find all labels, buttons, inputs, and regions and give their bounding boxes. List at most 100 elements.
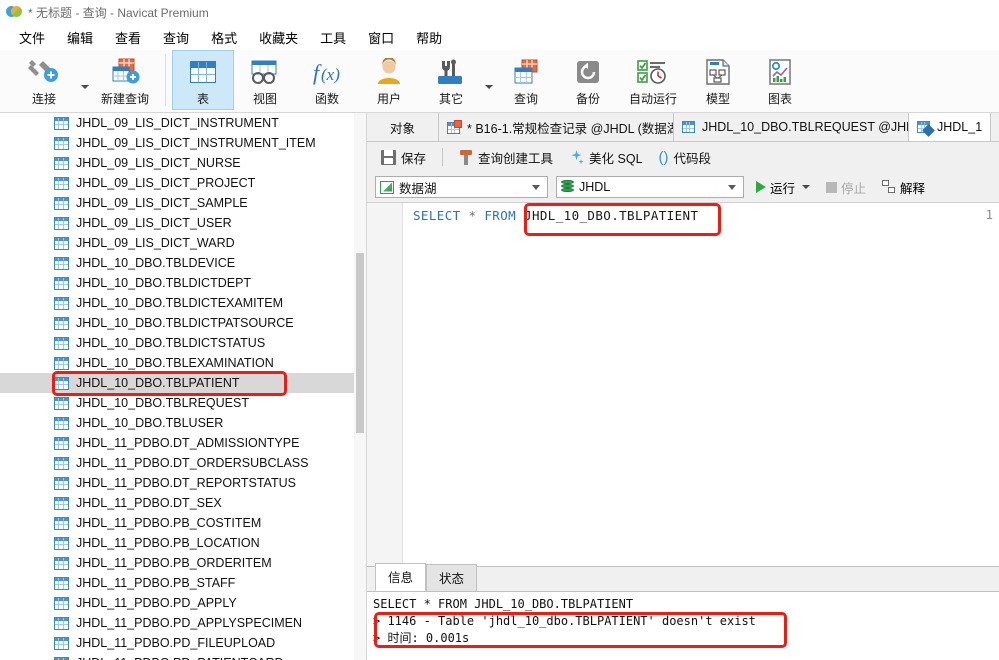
toolbar-chart-button[interactable]: 图表: [749, 50, 811, 110]
tab-b16-1-label: * B16-1.常规检查记录 @JHDL (数据湖...: [467, 121, 674, 136]
tab-current-query-label: JHDL_1: [937, 120, 983, 134]
table-list-item[interactable]: JHDL_10_DBO.TBLUSER: [0, 413, 354, 433]
table-list-item[interactable]: JHDL_11_PDBO.DT_SEX: [0, 493, 354, 513]
table-list-item-label: JHDL_11_PDBO.PB_ORDERITEM: [76, 556, 272, 570]
table-icon: [54, 256, 69, 270]
table-list-item[interactable]: JHDL_09_LIS_DICT_WARD: [0, 233, 354, 253]
table-icon: [54, 496, 69, 510]
tab-b16-1[interactable]: * B16-1.常规检查记录 @JHDL (数据湖...: [439, 113, 674, 141]
beautify-sql-button[interactable]: 美化 SQL: [563, 145, 649, 170]
results-line-time: > 时间: 0.001s: [373, 631, 470, 645]
table-list-item[interactable]: JHDL_10_DBO.TBLDICTDEPT: [0, 273, 354, 293]
table-list-item[interactable]: JHDL_11_PDBO.PD_APPLY: [0, 593, 354, 613]
table-list-item[interactable]: JHDL_10_DBO.TBLDICTPATSOURCE: [0, 313, 354, 333]
toolbar-other-button[interactable]: 其它: [420, 50, 482, 110]
menu-bar: 文件 编辑 查看 查询 格式 收藏夹 工具 窗口 帮助: [0, 24, 999, 50]
save-icon: [381, 149, 396, 165]
query-builder-button[interactable]: 查询创建工具: [453, 145, 559, 170]
toolbar-automation-button[interactable]: 自动运行: [619, 50, 687, 110]
table-list-item[interactable]: JHDL_09_LIS_DICT_USER: [0, 213, 354, 233]
results-tab-info[interactable]: 信息: [375, 563, 427, 591]
title-bar: * 无标题 - 查询 - Navicat Premium: [0, 0, 999, 24]
table-icon: [54, 416, 69, 430]
play-icon: [756, 181, 766, 193]
connection-dropdown-caret[interactable]: [78, 50, 91, 110]
menu-tools[interactable]: 工具: [309, 25, 357, 50]
tab-current-query[interactable]: JHDL_1: [909, 113, 992, 141]
menu-view[interactable]: 查看: [104, 25, 152, 50]
table-list-item-label: JHDL_11_PDBO.DT_SEX: [76, 496, 222, 510]
table-list-item[interactable]: JHDL_11_PDBO.DT_ADMISSIONTYPE: [0, 433, 354, 453]
toolbar-user-label: 用户: [376, 92, 401, 106]
table-list-item[interactable]: JHDL_09_LIS_DICT_PROJECT: [0, 173, 354, 193]
sql-editor[interactable]: 1 SELECT * FROM JHDL_10_DBO.TBLPATIENT: [367, 202, 999, 566]
query-pane: 对象 * B16-1.常规检查记录 @JHDL (数据湖... JHDL_10_…: [367, 113, 999, 660]
menu-edit[interactable]: 编辑: [56, 25, 104, 50]
toolbar-view-button[interactable]: 视图: [234, 50, 296, 110]
table-icon: [54, 276, 69, 290]
menu-help[interactable]: 帮助: [405, 25, 453, 50]
table-list-item[interactable]: JHDL_10_DBO.TBLREQUEST: [0, 393, 354, 413]
toolbar-query-button[interactable]: 查询: [495, 50, 557, 110]
table-list-item-label: JHDL_09_LIS_DICT_WARD: [76, 236, 235, 250]
table-list-item[interactable]: JHDL_11_PDBO.PB_LOCATION: [0, 533, 354, 553]
chevron-down-icon[interactable]: [802, 185, 811, 189]
save-button[interactable]: 保存: [375, 145, 432, 170]
stop-button[interactable]: 停止: [822, 176, 870, 199]
results-tab-status[interactable]: 状态: [426, 564, 478, 591]
stop-label: 停止: [841, 181, 867, 196]
toolbar-new-query-button[interactable]: 新建查询: [91, 50, 159, 110]
menu-format[interactable]: 格式: [200, 25, 248, 50]
table-list-item[interactable]: JHDL_11_PDBO.DT_ORDERSUBCLASS: [0, 453, 354, 473]
table-icon: [54, 196, 69, 210]
tab-objects[interactable]: 对象: [367, 113, 439, 141]
table-list-item-label: JHDL_10_DBO.TBLDICTPATSOURCE: [76, 316, 294, 330]
toolbar-backup-label: 备份: [575, 92, 600, 106]
table-list-item[interactable]: JHDL_11_PDBO.PD_APPLYSPECIMEN: [0, 613, 354, 633]
snippet-button[interactable]: () 代码段: [653, 145, 718, 170]
table-list-item[interactable]: JHDL_11_PDBO.PD_FILEUPLOAD: [0, 633, 354, 653]
editor-gutter: [367, 203, 403, 566]
toolbar-backup-button[interactable]: 备份: [557, 50, 619, 110]
table-icon: [54, 536, 69, 550]
window-title: * 无标题 - 查询 - Navicat Premium: [28, 5, 209, 20]
table-list-item[interactable]: JHDL_10_DBO.TBLDICTSTATUS: [0, 333, 354, 353]
sidebar-scrollbar[interactable]: [354, 113, 366, 660]
table-list-item[interactable]: JHDL_09_LIS_DICT_NURSE: [0, 153, 354, 173]
tab-tblrequest[interactable]: JHDL_10_DBO.TBLREQUEST @JHDL ...: [674, 113, 909, 141]
table-list-item[interactable]: JHDL_10_DBO.TBLDEVICE: [0, 253, 354, 273]
menu-favorites[interactable]: 收藏夹: [248, 25, 309, 50]
beautify-sql-label: 美化 SQL: [589, 151, 643, 166]
toolbar-user-button[interactable]: 用户: [358, 50, 420, 110]
automation-icon: [637, 55, 669, 89]
table-list-item[interactable]: JHDL_11_PDBO.PB_STAFF: [0, 573, 354, 593]
table-list-item[interactable]: JHDL_10_DBO.TBLEXAMINATION: [0, 353, 354, 373]
chevron-down-icon: [728, 184, 736, 190]
table-list-item[interactable]: JHDL_11_PDBO.PB_ORDERITEM: [0, 553, 354, 573]
toolbar-function-button[interactable]: f (x) 函数: [296, 50, 358, 110]
table-icon: [54, 656, 69, 660]
connection-select[interactable]: 数据湖: [375, 176, 548, 198]
table-list-item[interactable]: JHDL_09_LIS_DICT_INSTRUMENT: [0, 113, 354, 133]
table-list-item[interactable]: JHDL_10_DBO.TBLPATIENT: [0, 373, 354, 393]
menu-query[interactable]: 查询: [152, 25, 200, 50]
editor-code-line[interactable]: SELECT * FROM JHDL_10_DBO.TBLPATIENT: [413, 208, 698, 223]
table-list-item[interactable]: JHDL_11_PDBO.DT_REPORTSTATUS: [0, 473, 354, 493]
menu-window[interactable]: 窗口: [357, 25, 405, 50]
table-list-item[interactable]: JHDL_09_LIS_DICT_SAMPLE: [0, 193, 354, 213]
explain-button[interactable]: 解释: [878, 176, 929, 199]
menu-file[interactable]: 文件: [8, 25, 56, 50]
toolbar-model-button[interactable]: 模型: [687, 50, 749, 110]
table-list-item[interactable]: JHDL_09_LIS_DICT_INSTRUMENT_ITEM: [0, 133, 354, 153]
table-list-item[interactable]: JHDL_11_PDBO.PD_PATIENTCARD: [0, 653, 354, 660]
table-list-item[interactable]: JHDL_11_PDBO.PB_COSTITEM: [0, 513, 354, 533]
toolbar-connection-button[interactable]: 连接: [10, 50, 78, 110]
sidebar-scrollbar-thumb[interactable]: [356, 253, 364, 433]
toolbar-table-button[interactable]: 表: [172, 50, 234, 110]
table-list-item[interactable]: JHDL_10_DBO.TBLDICTEXAMITEM: [0, 293, 354, 313]
database-select[interactable]: JHDL: [556, 176, 744, 198]
table-list-item-label: JHDL_10_DBO.TBLDEVICE: [76, 256, 236, 270]
navicat-logo-icon: [6, 4, 22, 20]
other-dropdown-caret[interactable]: [482, 50, 495, 110]
run-button[interactable]: 运行: [752, 176, 814, 199]
